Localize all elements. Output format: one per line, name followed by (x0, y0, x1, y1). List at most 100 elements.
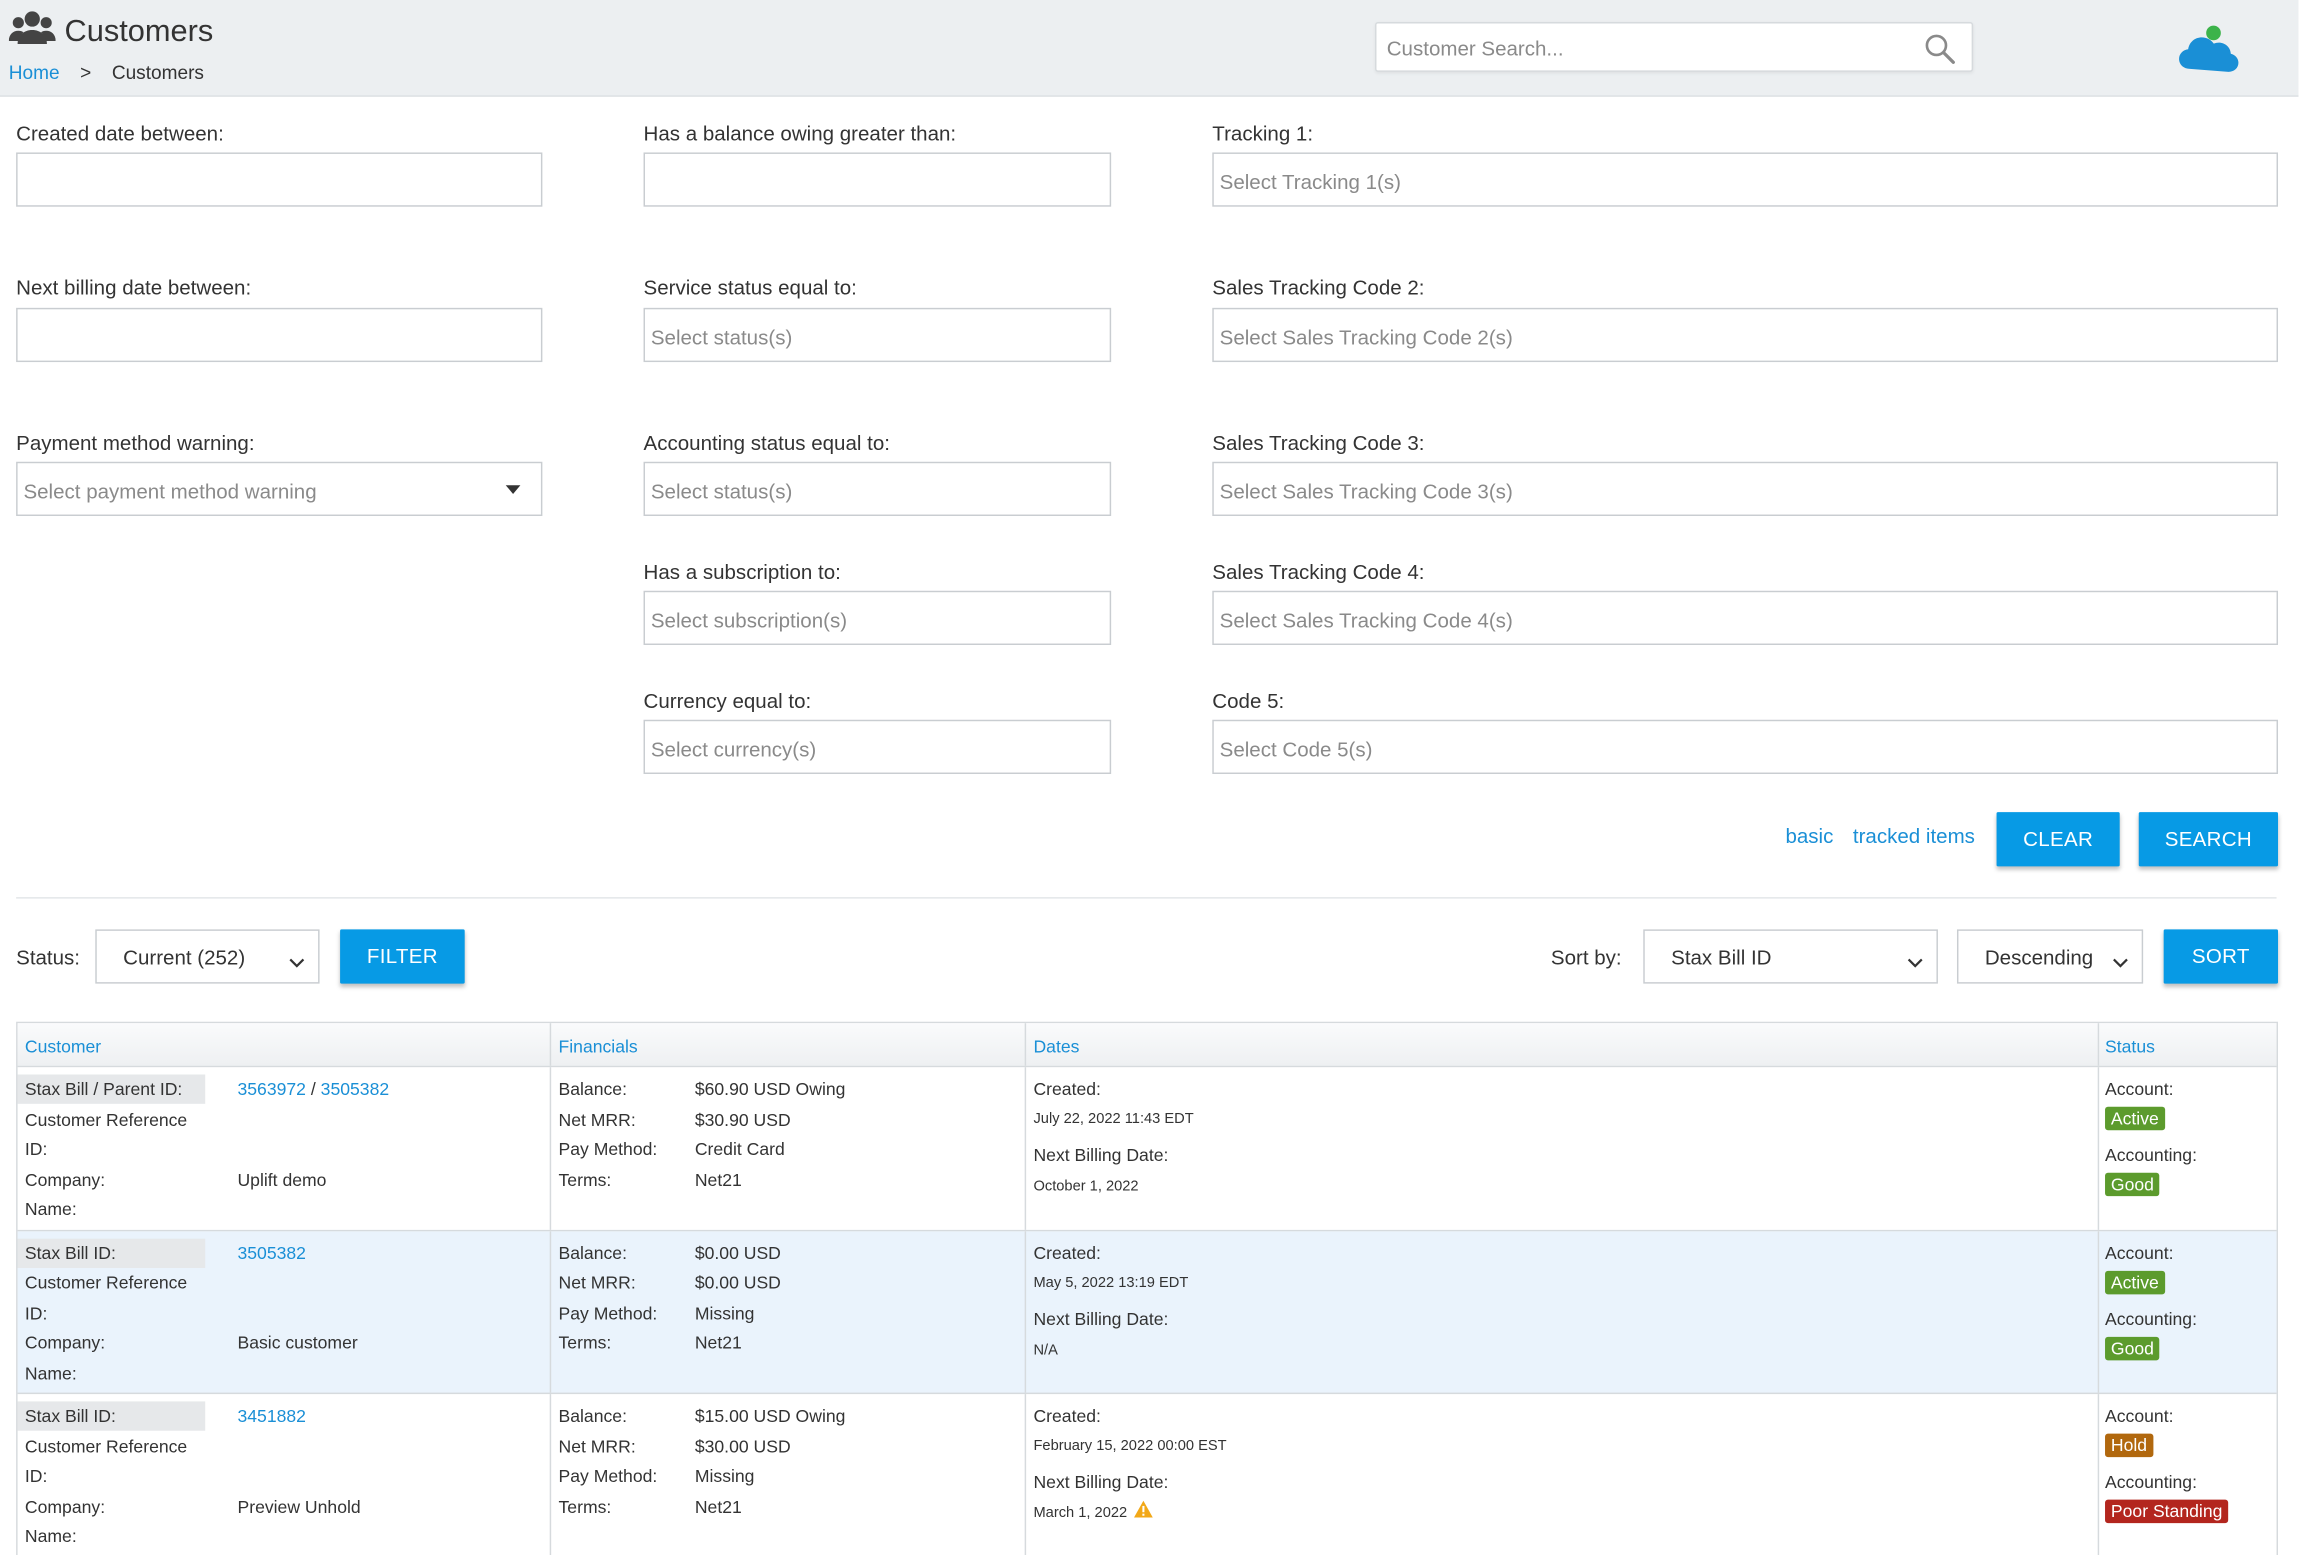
company-label-2: Name: (24, 1526, 77, 1547)
next-billing-label: Next Billing Date: (1033, 1471, 1169, 1493)
breadcrumb-home[interactable]: Home (9, 62, 60, 84)
terms-value: Net21 (694, 1169, 742, 1190)
breadcrumb-separator: > (80, 61, 92, 84)
next-billing-date-input[interactable] (16, 307, 543, 363)
next-billing-value: N/A (1033, 1342, 1058, 1359)
account-label: Account: (2105, 1242, 2174, 1263)
account-label: Account: (2105, 1405, 2174, 1427)
customer-reference-label: Customer Reference (24, 1435, 188, 1457)
customers-page: Customers Home > Customers Created date … (0, 0, 2299, 1555)
column-header-financials[interactable]: Financials (559, 1036, 638, 1057)
terms-label: Terms: (558, 1495, 612, 1517)
terms-label: Terms: (558, 1169, 612, 1190)
created-value: July 22, 2022 11:43 EDT (1033, 1111, 1194, 1128)
stax-bill-id-link[interactable]: 3451882 (237, 1406, 305, 1427)
column-header-dates[interactable]: Dates (1033, 1036, 1079, 1057)
tracking1-select[interactable]: Select Tracking 1(s) (1212, 152, 2279, 207)
accounting-label: Accounting: (2105, 1308, 2197, 1329)
parent-id-link[interactable]: 3505382 (321, 1079, 389, 1100)
basic-link[interactable]: basic (1785, 824, 1833, 847)
service-status-select[interactable]: Select status(s) (643, 307, 1112, 363)
created-date-input[interactable] (16, 152, 543, 207)
pay-method-label: Pay Method: (558, 1465, 658, 1487)
stax-bill-id-link[interactable]: 3505382 (237, 1242, 305, 1263)
code5-label: Code 5: (1212, 688, 1285, 713)
clear-button[interactable]: CLEAR (1996, 812, 2120, 867)
chevron-down-icon (289, 950, 305, 973)
subscription-select[interactable]: Select subscription(s) (643, 590, 1112, 645)
sort-field-select[interactable]: Stax Bill ID (1643, 929, 1938, 984)
code5-select[interactable]: Select Code 5(s) (1212, 719, 2279, 774)
company-label: Company: (24, 1332, 106, 1354)
created-label: Created: (1033, 1078, 1101, 1100)
currency-select[interactable]: Select currency(s) (643, 719, 1112, 774)
next-billing-label: Next Billing Date: (1033, 1144, 1169, 1166)
balance-value: $15.00 USD Owing (694, 1405, 846, 1427)
pay-method-value: Credit Card (694, 1139, 785, 1160)
mrr-label: Net MRR: (558, 1435, 636, 1457)
account-status-badge: Active (2105, 1270, 2165, 1294)
breadcrumb: Home > Customers (9, 62, 204, 84)
next-billing-value: October 1, 2022 (1033, 1178, 1139, 1195)
customer-reference-label: Customer Reference (24, 1108, 188, 1130)
payment-warning-placeholder: Select payment method warning (23, 479, 317, 503)
divider (16, 897, 2277, 899)
sort-button[interactable]: SORT (2163, 929, 2279, 984)
tracked-items-link[interactable]: tracked items (1853, 824, 1975, 847)
stc3-select[interactable]: Select Sales Tracking Code 3(s) (1212, 461, 2279, 516)
sort-order-select[interactable]: Descending (1956, 929, 2144, 984)
balance-label: Balance: (558, 1242, 627, 1263)
status-select[interactable]: Current (252) (95, 929, 320, 984)
payment-warning-label: Payment method warning: (16, 430, 255, 455)
id-links: 3563972 / 3505382 (237, 1079, 389, 1100)
column-header-status[interactable]: Status (2105, 1036, 2155, 1057)
page-title: Customers (64, 13, 214, 48)
customer-search-input[interactable] (1386, 36, 1915, 61)
cloud-logo-icon[interactable] (2178, 23, 2240, 80)
created-label: Created: (1033, 1242, 1101, 1263)
accounting-status-select[interactable]: Select status(s) (643, 461, 1112, 516)
balance-label: Balance: (558, 1405, 627, 1427)
table-row[interactable]: Stax Bill ID: 3451882 Customer Reference… (17, 1394, 2277, 1555)
stax-bill-id-link[interactable]: 3563972 (237, 1079, 305, 1100)
mrr-value: $30.00 USD (694, 1435, 791, 1457)
terms-value: Net21 (694, 1332, 742, 1354)
customer-reference-label-2: ID: (24, 1302, 48, 1323)
id-label: Stax Bill ID: (24, 1242, 116, 1263)
warning-icon (1133, 1500, 1154, 1523)
id-links: 3505382 (237, 1242, 305, 1263)
company-label: Company: (24, 1169, 106, 1190)
next-billing-value: March 1, 2022 (1033, 1505, 1128, 1522)
company-label-2: Name: (24, 1362, 77, 1384)
created-label: Created: (1033, 1405, 1101, 1427)
customers-table: Customer Financials Dates Status Stax Bi… (16, 1021, 2279, 1555)
payment-warning-select[interactable]: Select payment method warning (16, 461, 543, 516)
customers-icon (8, 9, 56, 54)
created-date-label: Created date between: (16, 121, 224, 146)
accounting-label: Accounting: (2105, 1144, 2197, 1166)
accounting-status-badge: Good (2105, 1172, 2160, 1197)
stc3-label: Sales Tracking Code 3: (1212, 430, 1425, 455)
mrr-label: Net MRR: (558, 1108, 636, 1130)
customer-reference-label-2: ID: (24, 1465, 48, 1487)
company-label-2: Name: (24, 1199, 77, 1220)
search-icon[interactable] (1925, 34, 1956, 72)
filter-button[interactable]: FILTER (340, 929, 465, 984)
column-header-customer[interactable]: Customer (25, 1036, 101, 1057)
mrr-value: $0.00 USD (694, 1272, 781, 1293)
sort-field-value: Stax Bill ID (1671, 945, 1772, 969)
table-row[interactable]: Stax Bill / Parent ID: 3563972 / 3505382… (17, 1067, 2277, 1231)
customer-reference-label: Customer Reference (24, 1272, 188, 1293)
status-select-value: Current (252) (123, 945, 246, 969)
company-label: Company: (24, 1495, 106, 1517)
table-row[interactable]: Stax Bill ID: 3505382 Customer Reference… (17, 1230, 2277, 1395)
balance-label: Balance: (558, 1078, 627, 1100)
page-header: Customers (8, 9, 214, 54)
company-name: Basic customer (237, 1332, 358, 1354)
balance-owing-input[interactable] (643, 152, 1112, 207)
accounting-status-badge: Poor Standing (2105, 1499, 2229, 1524)
stc4-select[interactable]: Select Sales Tracking Code 4(s) (1212, 590, 2279, 645)
pay-method-value: Missing (694, 1465, 755, 1487)
search-button[interactable]: SEARCH (2138, 812, 2279, 867)
stc2-select[interactable]: Select Sales Tracking Code 2(s) (1212, 307, 2279, 363)
